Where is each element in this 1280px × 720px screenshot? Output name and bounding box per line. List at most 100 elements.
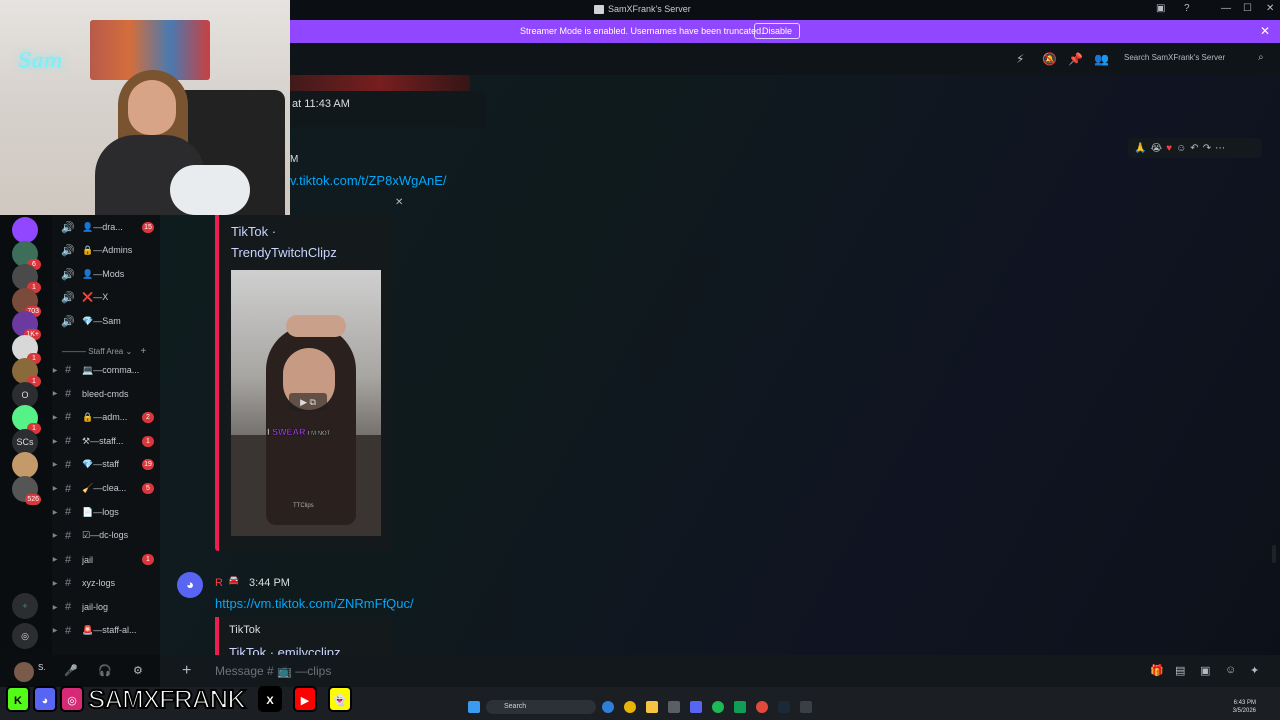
channel-item[interactable]: ▶ # jail 1 bbox=[52, 550, 160, 570]
kick-icon: K bbox=[6, 686, 30, 712]
text-channel-icon: # bbox=[64, 553, 72, 566]
server-icon[interactable]: 703 bbox=[12, 287, 41, 317]
category-staff-area[interactable]: ——— Staff Area ⌄ + bbox=[62, 346, 146, 357]
maximize-button[interactable]: ☐ bbox=[1243, 3, 1252, 14]
mute-icon[interactable]: 🎤 bbox=[64, 664, 78, 677]
start-icon[interactable] bbox=[468, 701, 480, 713]
video-caption: I SWEAR I'M NOT. bbox=[267, 427, 332, 437]
app-icon[interactable] bbox=[668, 701, 680, 713]
help-icon[interactable]: ? bbox=[1184, 3, 1190, 14]
close-icon[interactable]: ✕ bbox=[1260, 24, 1270, 38]
settings-gear-icon[interactable]: ⚙ bbox=[133, 664, 143, 677]
channel-item[interactable]: ▶ # 📄—logs bbox=[52, 502, 160, 522]
channel-item[interactable]: ▶ # xyz-logs bbox=[52, 573, 160, 593]
channel-name: 💎—Sam bbox=[82, 315, 121, 326]
members-icon[interactable]: 👥 bbox=[1094, 52, 1109, 66]
add-server-icon[interactable]: + bbox=[12, 593, 38, 619]
expand-arrow-icon: ▶ bbox=[52, 580, 58, 587]
channel-item[interactable]: 🔊 ❌—X bbox=[52, 288, 160, 308]
channel-item[interactable]: ▶ # 🔒—adm... 2 bbox=[52, 407, 160, 427]
crying-emoji-icon[interactable]: 😭 bbox=[1150, 143, 1162, 154]
server-icon[interactable]: SCs bbox=[12, 428, 38, 455]
minimize-button[interactable]: — bbox=[1221, 3, 1231, 14]
chat-scrollbar[interactable] bbox=[1272, 545, 1276, 563]
message-timestamp: at 11:43 AM bbox=[292, 98, 350, 110]
embed-author[interactable]: TrendyTwitchClipz bbox=[231, 242, 337, 263]
disable-streamer-mode-button[interactable]: Disable bbox=[754, 23, 801, 39]
server-icon[interactable]: 1 bbox=[12, 264, 41, 293]
message-input[interactable]: Message # 📺 —clips bbox=[215, 664, 331, 678]
headphones-icon[interactable]: 🎧 bbox=[98, 664, 112, 677]
app-icon[interactable] bbox=[734, 701, 746, 713]
channel-item[interactable]: 🔊 🔒—Admins bbox=[52, 241, 160, 261]
attach-plus-icon[interactable]: + bbox=[182, 662, 191, 680]
channel-item[interactable]: 🔊 👤—dra... 15 bbox=[52, 217, 160, 237]
gift-icon[interactable]: 🎁 bbox=[1150, 664, 1164, 677]
snapchat-icon: 👻 bbox=[328, 686, 352, 712]
embed-video-thumbnail[interactable]: ▶ ⧉ I SWEAR I'M NOT. TTClips bbox=[231, 270, 381, 536]
channel-item[interactable]: ▶ # ☑—dc-logs bbox=[52, 526, 160, 546]
spotify-icon[interactable] bbox=[712, 701, 724, 713]
forward-icon[interactable]: ↷ bbox=[1203, 143, 1211, 154]
embed-author[interactable]: TikTok · emilycclipz bbox=[229, 645, 340, 655]
pray-emoji-icon[interactable]: 🙏 bbox=[1134, 143, 1146, 154]
heart-emoji-icon[interactable]: ♥ bbox=[1166, 143, 1172, 154]
neon-sign: Sam bbox=[18, 48, 63, 72]
tiktok-link[interactable]: v.tiktok.com/t/ZP8xWgAnE/ bbox=[290, 173, 447, 188]
tiktok-link[interactable]: https://vm.tiktok.com/ZNRmFfQuc/ bbox=[215, 596, 414, 611]
steam-icon[interactable] bbox=[778, 701, 790, 713]
server-icon[interactable]: O bbox=[12, 381, 38, 408]
channel-item[interactable]: ▶ # 🧹—clea... 5 bbox=[52, 479, 160, 499]
folder-icon[interactable] bbox=[646, 701, 658, 713]
voice-channel-icon: 🔊 bbox=[61, 315, 75, 328]
add-channel-icon[interactable]: + bbox=[140, 346, 146, 357]
streamer-mode-banner: Streamer Mode is enabled. Usernames have… bbox=[290, 20, 1280, 43]
emoji-icon[interactable]: ☺ bbox=[1225, 664, 1236, 676]
edge-icon[interactable] bbox=[602, 701, 614, 713]
channel-item[interactable]: ▶ # jail-log bbox=[52, 597, 160, 617]
notification-bell-icon[interactable]: 🔕 bbox=[1042, 52, 1057, 66]
discord-icon[interactable] bbox=[690, 701, 702, 713]
reply-icon[interactable]: ↶ bbox=[1190, 143, 1198, 154]
discover-icon[interactable]: ◎ bbox=[12, 623, 38, 649]
taskbar-search[interactable]: Search bbox=[486, 700, 596, 714]
close-window-button[interactable]: ✕ bbox=[1266, 3, 1274, 14]
channel-item[interactable]: ▶ # ⚒—staff... 1 bbox=[52, 431, 160, 451]
pin-icon[interactable]: 📌 bbox=[1068, 52, 1083, 66]
server-icon[interactable]: 1 bbox=[12, 405, 41, 434]
channel-item[interactable]: ▶ # 💻—comma... bbox=[52, 360, 160, 380]
remove-embed-icon[interactable]: ✕ bbox=[395, 197, 403, 208]
sticker-icon[interactable]: ▣ bbox=[1200, 664, 1210, 677]
channel-header: ⚡ 🔕 📌 👥 Search SamXFrank's Server ⌕ bbox=[290, 43, 1280, 75]
channel-item[interactable]: ▶ # 💎—staff 19 bbox=[52, 455, 160, 475]
stream-brand-overlay: K ◕ ◎ SAMXFRANK X ▶ 👻 bbox=[0, 683, 360, 715]
server-icon[interactable] bbox=[12, 452, 38, 478]
play-video-icon[interactable]: ▶ ⧉ bbox=[289, 393, 327, 411]
channel-item[interactable]: ▶ # 🚨—staff-al... bbox=[52, 621, 160, 641]
apps-icon[interactable]: ✦ bbox=[1250, 664, 1259, 677]
server-icon[interactable]: 526 bbox=[12, 475, 41, 505]
gif-icon[interactable]: ▤ bbox=[1175, 664, 1185, 677]
channel-item[interactable]: ▶ # bleed-cmds bbox=[52, 384, 160, 404]
mention-badge: 19 bbox=[142, 459, 154, 471]
channel-item[interactable]: 🔊 👤—Mods bbox=[52, 264, 160, 284]
add-reaction-icon[interactable]: ☺ bbox=[1176, 143, 1186, 154]
more-icon[interactable]: ⋯ bbox=[1215, 143, 1225, 154]
avatar[interactable]: ◕ bbox=[177, 572, 203, 598]
channel-item[interactable]: 🔊 💎—Sam bbox=[52, 311, 160, 331]
taskbar-clock[interactable]: 6:43 PM 3/5/2026 bbox=[1233, 699, 1256, 715]
server-icon[interactable] bbox=[12, 217, 38, 243]
discord-icon: ◕ bbox=[33, 686, 57, 712]
chrome-icon[interactable] bbox=[756, 701, 768, 713]
search-input[interactable]: Search SamXFrank's Server bbox=[1124, 53, 1225, 62]
server-icon[interactable]: 1K+ bbox=[12, 311, 41, 340]
chrome-icon[interactable] bbox=[624, 701, 636, 713]
obs-icon[interactable] bbox=[800, 701, 812, 713]
avatar[interactable] bbox=[14, 662, 34, 682]
server-icon[interactable]: 1 bbox=[12, 358, 41, 387]
message-author[interactable]: R bbox=[215, 577, 223, 589]
server-icon[interactable]: 6 bbox=[12, 240, 41, 270]
server-icon[interactable]: 1 bbox=[12, 334, 41, 364]
threads-icon[interactable]: ⚡ bbox=[1016, 52, 1024, 66]
screen-share-icon[interactable]: ▣ bbox=[1156, 3, 1165, 14]
